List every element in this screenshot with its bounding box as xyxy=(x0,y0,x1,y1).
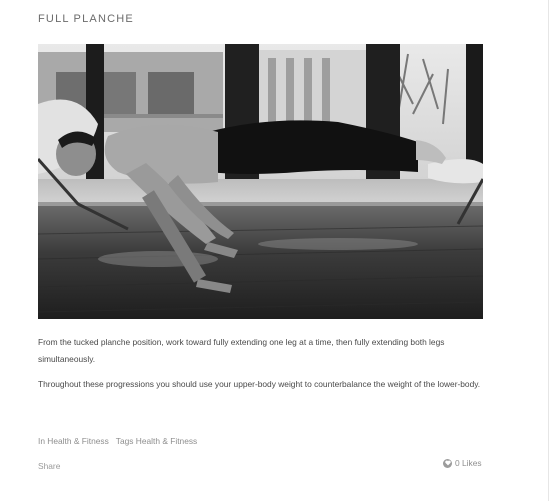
heart-icon xyxy=(443,458,452,468)
post-meta: In Health & Fitness Tags Health & Fitness xyxy=(38,436,197,446)
share-link[interactable]: Share xyxy=(38,461,60,471)
post-image xyxy=(38,44,483,319)
category-link[interactable]: In Health & Fitness xyxy=(38,436,109,446)
like-button[interactable]: 0 Likes xyxy=(443,458,482,468)
post-paragraph: Throughout these progressions you should… xyxy=(38,379,481,389)
page-edge-rule xyxy=(548,0,549,501)
likes-count: 0 Likes xyxy=(455,458,482,468)
tags-link[interactable]: Tags Health & Fitness xyxy=(116,436,197,446)
post-paragraph: From the tucked planche position, work t… xyxy=(38,337,445,364)
post-title: FULL PLANCHE xyxy=(38,13,134,25)
